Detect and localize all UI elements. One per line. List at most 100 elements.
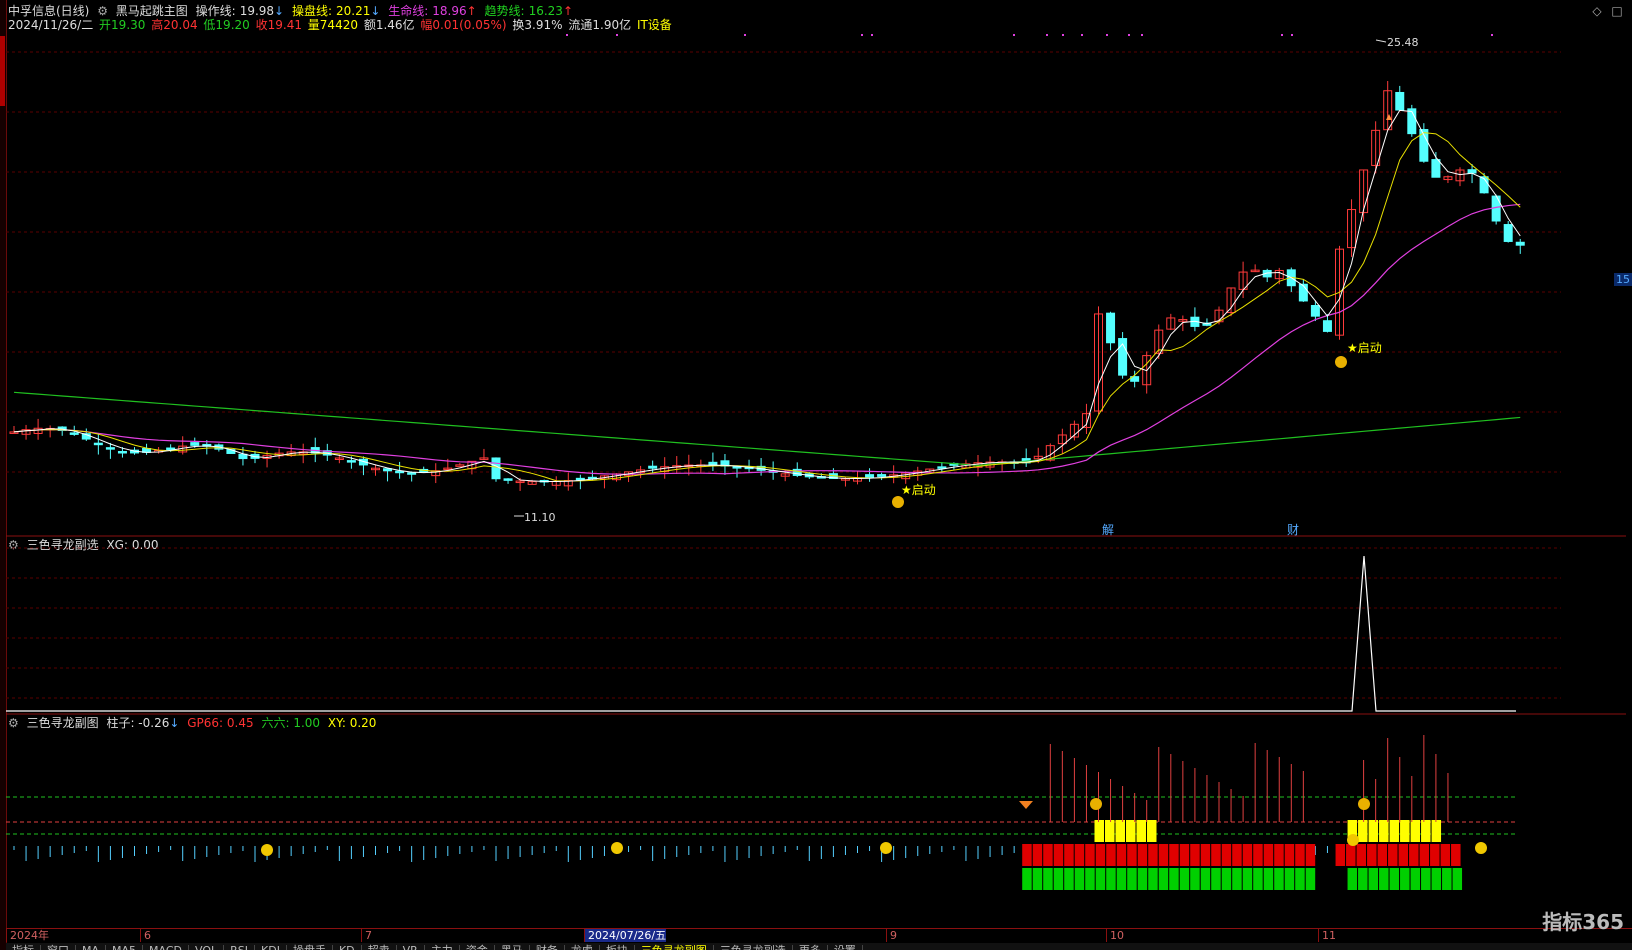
- time-label: 6: [140, 929, 151, 942]
- color-block: [1085, 868, 1095, 890]
- indicator-tab[interactable]: 资金: [460, 945, 495, 950]
- color-block: [1158, 868, 1169, 890]
- color-block: [1377, 844, 1388, 866]
- color-block: [1284, 868, 1295, 890]
- color-block: [1105, 820, 1115, 842]
- color-block: [1358, 868, 1368, 890]
- indicator-tabs: 指标窗口MAMA5MACDVOLRSIKDJ操盘手KD超卖VR主力资金黑马财务龙…: [6, 943, 1632, 950]
- color-block: [1451, 844, 1461, 866]
- candle-body: [105, 447, 115, 450]
- max-pointer: [1375, 39, 1387, 43]
- smiley-icon: [880, 842, 892, 854]
- color-block: [1094, 820, 1104, 842]
- time-label: 9: [886, 929, 897, 942]
- indicator-tab[interactable]: MACD: [143, 945, 190, 950]
- color-block: [1398, 844, 1409, 866]
- indicator-tab[interactable]: 操盘手: [287, 945, 333, 950]
- color-block: [1253, 868, 1263, 890]
- color-block: [1346, 844, 1356, 866]
- color-block: [1064, 868, 1074, 890]
- color-block: [1179, 868, 1190, 890]
- indicator-tab[interactable]: 超卖: [362, 945, 397, 950]
- stock-name[interactable]: 中孚信息(日线): [8, 4, 89, 18]
- smiley-icon: [1347, 834, 1359, 846]
- up-triangle-icon: [1386, 114, 1392, 120]
- quote-volume: 量74420: [307, 18, 358, 32]
- czx-value: 19.98: [239, 4, 275, 18]
- indicator-name[interactable]: 黑马起跳主图: [116, 4, 188, 18]
- indicator-tab[interactable]: RSI: [224, 945, 256, 950]
- indicator-tab[interactable]: 三色寻龙副图: [635, 945, 714, 950]
- candle-body: [407, 472, 417, 475]
- smiley-icon: [1475, 842, 1487, 854]
- candle-body: [1298, 283, 1308, 302]
- quote-float: 流通1.90亿: [568, 18, 632, 32]
- color-block: [1305, 844, 1316, 866]
- qsx-label: 趋势线:: [484, 4, 525, 18]
- qidong-label-2: ★启动: [1347, 341, 1382, 355]
- indicator-tab[interactable]: 更多: [793, 945, 828, 950]
- candle-body: [190, 442, 200, 446]
- indicator-tab[interactable]: 指标: [6, 945, 41, 950]
- sub2-chart[interactable]: [6, 714, 1626, 928]
- color-block: [1095, 868, 1106, 890]
- color-block: [1022, 844, 1032, 866]
- maximize-icon[interactable]: □: [1610, 4, 1624, 18]
- main-price-chart[interactable]: 25.48 11.10 ★启动 ★启动 解 财: [6, 32, 1626, 556]
- candle-body: [117, 451, 127, 454]
- gear-icon[interactable]: ⚙: [97, 4, 108, 18]
- signal-dot: [1062, 34, 1064, 36]
- candle-body: [648, 465, 658, 469]
- color-block: [1211, 844, 1221, 866]
- signal-dot: [861, 34, 863, 36]
- quote-sector[interactable]: IT设备: [637, 18, 672, 32]
- down-arrow-icon: ↓: [274, 4, 285, 18]
- color-block: [1136, 820, 1146, 842]
- candle-body: [1310, 305, 1320, 317]
- candle-body: [865, 474, 875, 479]
- signal-dot: [1013, 34, 1015, 36]
- color-block: [1137, 868, 1148, 890]
- color-block: [1116, 844, 1127, 866]
- candle-body: [1431, 159, 1441, 178]
- indicator-tab[interactable]: 三色寻龙副选: [714, 945, 793, 950]
- color-block: [1242, 868, 1253, 890]
- color-block: [1106, 868, 1116, 890]
- candle-body: [1395, 91, 1405, 111]
- color-block: [1169, 868, 1179, 890]
- candle-body: [69, 432, 79, 435]
- indicator-tab[interactable]: MA: [76, 945, 107, 950]
- indicator-tab[interactable]: 黑马: [495, 945, 530, 950]
- candle-body: [93, 442, 103, 446]
- signal-dot: [1128, 34, 1130, 36]
- color-block: [1158, 844, 1169, 866]
- candle-body: [1106, 312, 1116, 344]
- color-block: [1032, 868, 1043, 890]
- color-block: [1295, 844, 1305, 866]
- color-block: [1389, 868, 1400, 890]
- up-arrow-icon: ↑: [562, 4, 573, 18]
- color-block: [1368, 868, 1379, 890]
- indicator-tab[interactable]: 窗口: [41, 945, 76, 950]
- color-block: [1410, 820, 1421, 842]
- indicator-tab[interactable]: KD: [333, 945, 362, 950]
- color-block: [1263, 868, 1274, 890]
- indicator-tab[interactable]: KDJ: [255, 945, 287, 950]
- indicator-tab[interactable]: MA5: [106, 945, 144, 950]
- color-block: [1190, 868, 1200, 890]
- indicator-tab[interactable]: 财务: [530, 945, 565, 950]
- indicator-tab[interactable]: VR: [397, 945, 425, 950]
- indicator-tab[interactable]: 设置: [828, 945, 863, 950]
- color-block: [1274, 844, 1284, 866]
- indicator-tab[interactable]: 主力: [425, 945, 460, 950]
- diamond-icon[interactable]: ◇: [1590, 4, 1604, 18]
- color-block: [1400, 820, 1410, 842]
- sub1-chart[interactable]: [6, 536, 1626, 716]
- indicator-tab[interactable]: 板块: [600, 945, 635, 950]
- indicator-tab[interactable]: 龙虎: [565, 945, 600, 950]
- candle-body: [1491, 195, 1501, 222]
- color-block: [1043, 844, 1053, 866]
- indicator-tab[interactable]: VOL: [189, 945, 225, 950]
- signal-dot: [1141, 34, 1143, 36]
- color-block: [1147, 820, 1157, 842]
